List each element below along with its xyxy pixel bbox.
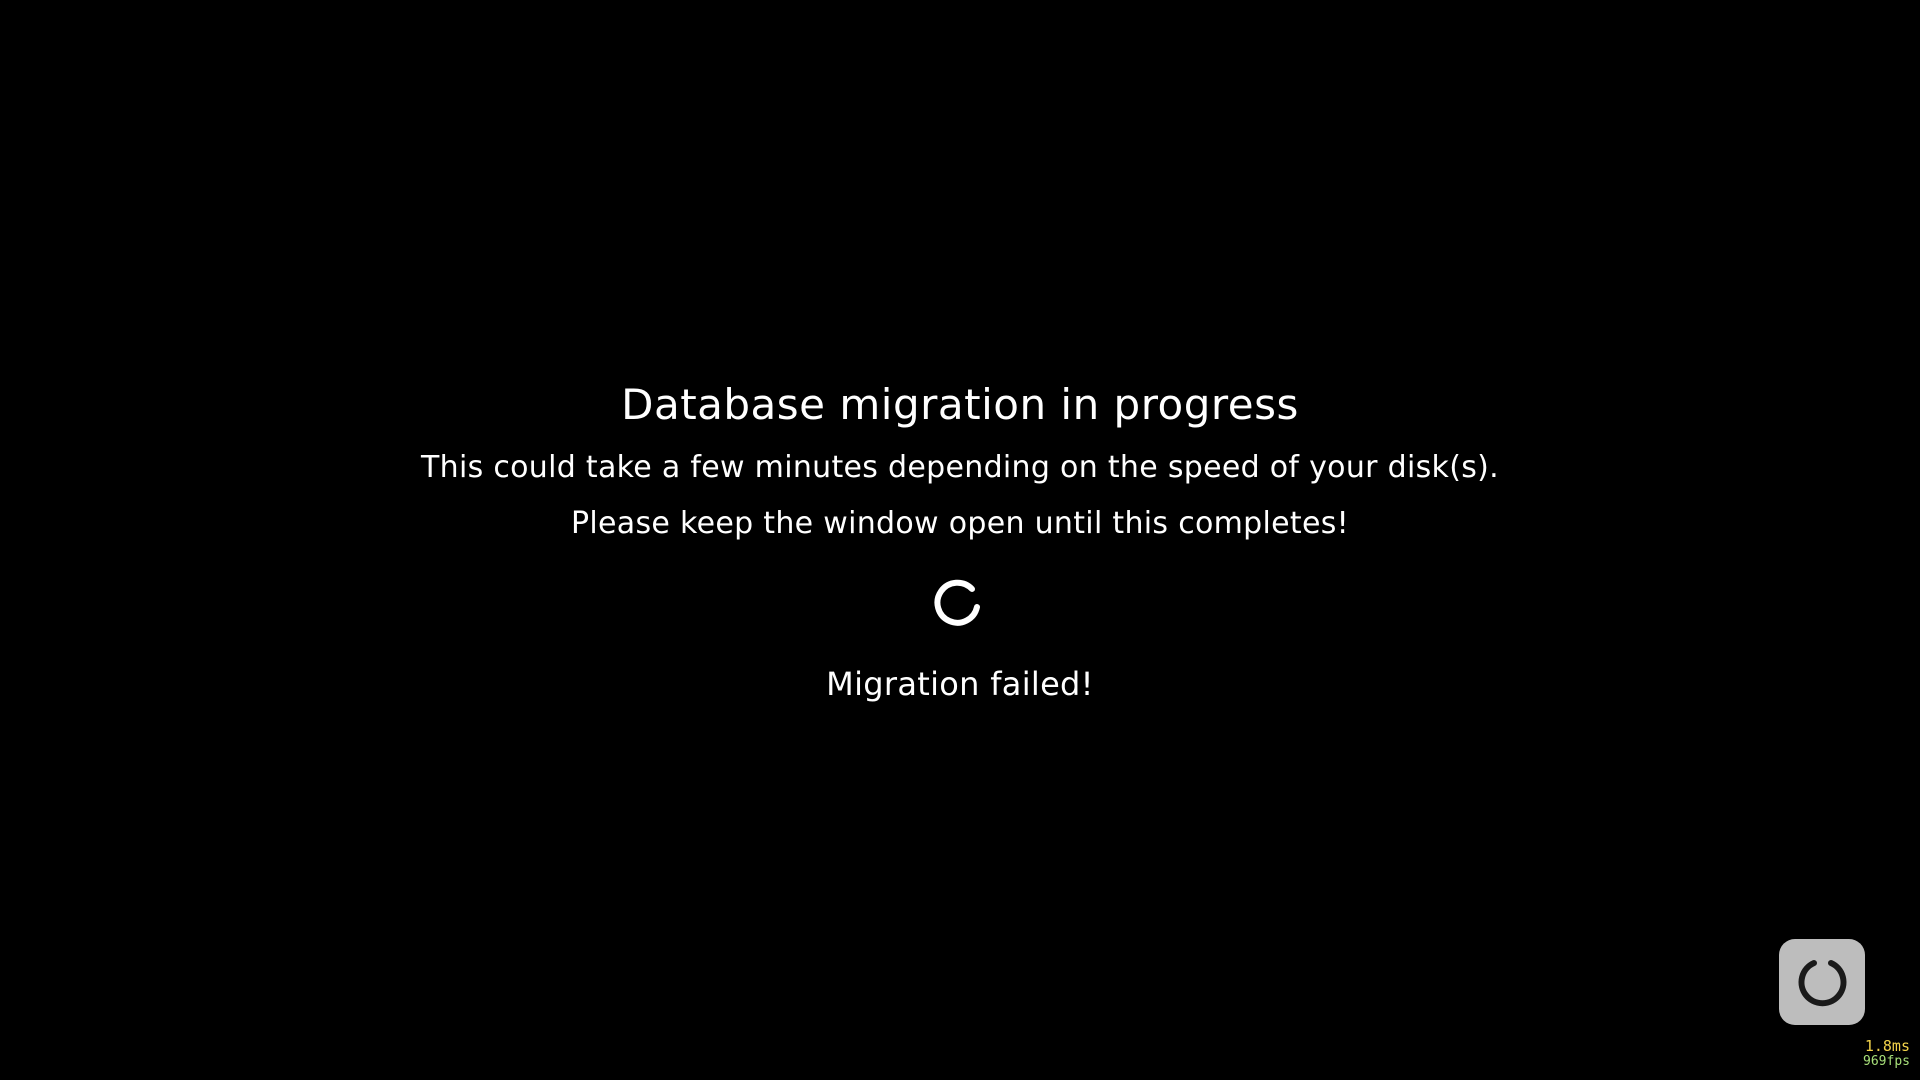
circular-arrow-button[interactable] bbox=[1779, 939, 1865, 1025]
info-line-keep-open: Please keep the window open until this c… bbox=[571, 506, 1349, 541]
frame-time-readout: 1.8ms bbox=[1864, 1037, 1910, 1055]
fps-readout: 969fps bbox=[1863, 1054, 1910, 1069]
performance-overlay: 1.8ms 969fps bbox=[1863, 1038, 1910, 1070]
loading-spinner-icon bbox=[933, 574, 987, 628]
info-line-disk-speed: This could take a few minutes depending … bbox=[421, 450, 1499, 485]
circular-arrow-icon bbox=[1798, 960, 1847, 1007]
migration-screen: Database migration in progress This coul… bbox=[0, 0, 1920, 1080]
migration-panel: Database migration in progress This coul… bbox=[0, 370, 1920, 712]
migration-status: Migration failed! bbox=[826, 665, 1094, 703]
page-title: Database migration in progress bbox=[621, 380, 1299, 429]
